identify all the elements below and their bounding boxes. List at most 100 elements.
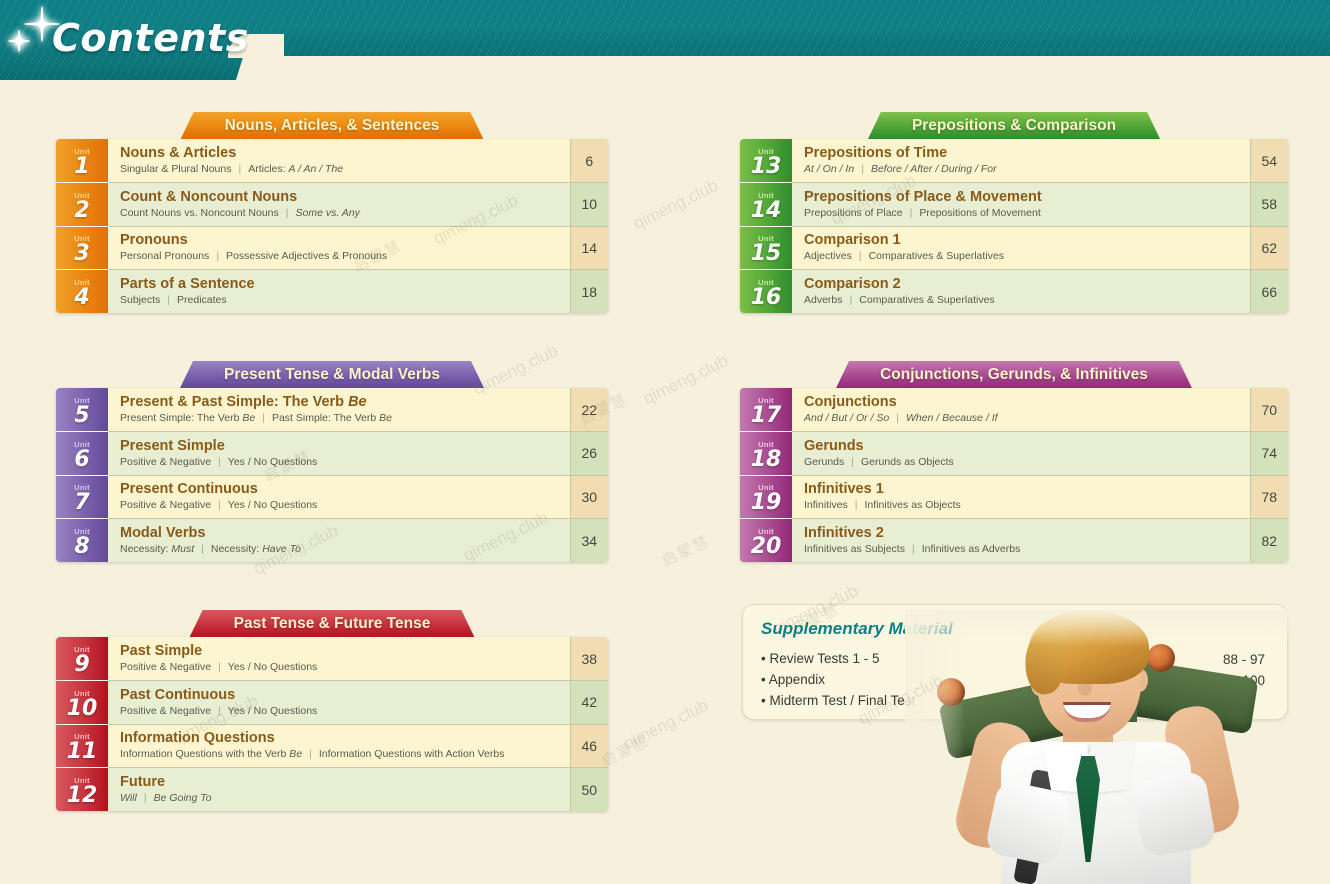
unit-title: Comparison 2 xyxy=(804,276,901,292)
unit-title: Pronouns xyxy=(120,232,188,249)
skateboard-wheel-right xyxy=(1147,644,1175,672)
table-row[interactable]: Unit 7 Present Continuous Positive & Negati… xyxy=(56,475,608,519)
unit-badge: Unit 19 xyxy=(740,475,792,519)
unit-badge: Unit 18 xyxy=(740,431,792,476)
table-row[interactable]: Unit 14 Prepositions of Place & Movement Pr… xyxy=(740,182,1288,227)
unit-page-number: 46 xyxy=(569,724,608,768)
unit-number: 12 xyxy=(66,783,98,808)
supplementary-item: • Review Tests 1 - 5 xyxy=(761,651,880,666)
unit-page-number: 30 xyxy=(569,475,608,519)
unit-subtitle: Necessity: Must | Necessity: Have To xyxy=(120,543,301,555)
table-row[interactable]: Unit 19 Infinitives 1 Infinitives | Infinitiv… xyxy=(740,475,1288,519)
unit-number: 14 xyxy=(750,197,782,223)
watermark-text: qimeng.club xyxy=(630,175,721,234)
unit-number: 5 xyxy=(74,403,90,428)
table-row[interactable]: Unit 20 Infinitives 2 Infinitives as Subjec… xyxy=(740,518,1288,562)
section-prepositions-comparison: Prepositions & Comparison Unit 13 Prepositi… xyxy=(740,112,1288,313)
unit-subtitle-emphasis-right: A / An / The xyxy=(288,163,344,175)
unit-page-number: 10 xyxy=(569,182,608,227)
unit-number: 7 xyxy=(74,490,90,516)
subtitle-separator: | xyxy=(309,748,312,761)
watermark-text: qimeng.club xyxy=(640,350,731,409)
unit-number: 15 xyxy=(750,241,782,267)
table-row[interactable]: Unit 3 Pronouns Personal Pronouns | Possessiv… xyxy=(56,226,608,270)
table-row[interactable]: Unit 15 Comparison 1 Adjectives | Comparative… xyxy=(740,226,1288,270)
unit-subtitle: Positive & Negative | Yes / No Questions xyxy=(120,455,318,468)
subtitle-separator: | xyxy=(285,206,289,219)
supplementary-item: • Midterm Test / Final Test xyxy=(761,693,916,708)
subtitle-separator: | xyxy=(143,792,147,804)
table-row[interactable]: Unit 6 Present Simple Positive & Negative | Y… xyxy=(56,431,608,476)
unit-subtitle: Information Questions with the Verb Be | I… xyxy=(120,748,505,761)
table-row[interactable]: Unit 18 Gerunds Gerunds | Gerunds as Objects 7… xyxy=(740,431,1288,476)
sleeve-left xyxy=(984,779,1072,867)
subtitle-separator: | xyxy=(854,499,858,512)
unit-subtitle: Personal Pronouns | Possessive Adjectives … xyxy=(120,250,388,263)
unit-page-number: 38 xyxy=(569,637,608,681)
unit-title-cell: Prepositions of Place & Movement Preposit… xyxy=(792,182,1250,227)
table-row[interactable]: Unit 4 Parts of a Sentence Subjects | Predica… xyxy=(56,269,608,313)
subtitle-separator: | xyxy=(216,250,220,263)
section-past-tense-future-tense: Past Tense & Future Tense Unit 9 Past Simpl… xyxy=(56,610,608,811)
unit-title: Present Continuous xyxy=(120,481,258,498)
subtitle-separator: | xyxy=(167,294,171,306)
section-nouns-articles-sentences: Nouns, Articles, & Sentences Unit 1 Nouns &… xyxy=(56,112,608,313)
subtitle-separator: | xyxy=(861,163,864,175)
unit-title-cell: Present & Past Simple: The Verb Be Presen… xyxy=(108,388,570,432)
unit-subtitle: Count Nouns vs. Noncount Nouns | Some vs. … xyxy=(120,206,360,219)
table-row[interactable]: Unit 1 Nouns & Articles Singular & Plural N… xyxy=(56,139,608,183)
table-row[interactable]: Unit 10 Past Continuous Positive & Negative… xyxy=(56,680,608,725)
unit-title: Prepositions of Time xyxy=(804,145,948,161)
unit-subtitle-emphasis-right: Have To xyxy=(262,543,301,555)
unit-badge: Unit 15 xyxy=(740,226,792,270)
unit-title-cell: Present Continuous Positive & Negative | Ye… xyxy=(108,475,570,519)
unit-badge: Unit 12 xyxy=(56,767,108,811)
unit-subtitle: Singular & Plural Nouns | Articles: A / An… xyxy=(120,163,344,175)
table-row[interactable]: Unit 17 Conjunctions And / But / Or / So | Wh… xyxy=(740,388,1288,432)
section-conjunctions-gerunds-infinitives: Conjunctions, Gerunds, & Infinitives Unit… xyxy=(740,361,1288,562)
unit-title-cell: Modal Verbs Necessity: Must | Necessity: Ha… xyxy=(108,518,570,562)
sleeve-right xyxy=(1130,770,1218,858)
unit-subtitle-emphasis-right: Be xyxy=(379,412,392,424)
unit-subtitle-emphasis-right: When / Because / If xyxy=(905,412,998,424)
subtitle-separator: | xyxy=(858,250,862,263)
unit-badge: Unit 14 xyxy=(740,182,792,227)
unit-page-number: 22 xyxy=(569,388,608,432)
unit-subtitle: Positive & Negative | Yes / No Questions xyxy=(120,704,318,717)
unit-badge: Unit 4 xyxy=(56,269,108,313)
unit-badge: Unit 7 xyxy=(56,475,108,519)
table-row[interactable]: Unit 12 Future Will | Be Going To 50 xyxy=(56,767,608,811)
table-row[interactable]: Unit 2 Count & Noncount Nouns Count Nouns v… xyxy=(56,182,608,227)
table-row[interactable]: Unit 16 Comparison 2 Adverbs | Comparatives &… xyxy=(740,269,1288,313)
unit-title: Infinitives 2 xyxy=(804,525,884,541)
unit-badge: Unit 3 xyxy=(56,226,108,270)
watermark-text: 启蒙慧 xyxy=(659,532,713,571)
table-row[interactable]: Unit 11 Information Questions Information Q… xyxy=(56,724,608,768)
unit-title: Future xyxy=(120,774,166,790)
unit-badge: Unit 1 xyxy=(56,139,108,183)
section-tab-present-tense-modal-verbs: Present Tense & Modal Verbs xyxy=(180,361,484,388)
subtitle-separator: | xyxy=(218,499,221,512)
unit-title-cell: Information Questions Information Questio… xyxy=(108,724,570,768)
unit-page-number: 66 xyxy=(1249,269,1288,313)
table-row[interactable]: Unit 5 Present & Past Simple: The Verb Be P… xyxy=(56,388,608,432)
table-row[interactable]: Unit 13 Prepositions of Time At / On / In | B… xyxy=(740,139,1288,183)
table-row[interactable]: Unit 9 Past Simple Positive & Negative | Yes … xyxy=(56,637,608,681)
section-present-tense-modal-verbs: Present Tense & Modal Verbs Unit 5 Present … xyxy=(56,361,608,562)
unit-badge: Unit 11 xyxy=(56,724,108,768)
unit-badge: Unit 5 xyxy=(56,388,108,432)
subtitle-separator: | xyxy=(849,294,853,306)
unit-title: Nouns & Articles xyxy=(120,145,237,161)
unit-title: Conjunctions xyxy=(804,394,897,410)
unit-page-number: 54 xyxy=(1249,139,1288,183)
unit-number: 1 xyxy=(74,154,90,179)
table-row[interactable]: Unit 8 Modal Verbs Necessity: Must | Necessit… xyxy=(56,518,608,562)
unit-subtitle: Present Simple: The Verb Be | Past Simple:… xyxy=(120,412,392,424)
photo-fade-left xyxy=(905,610,965,884)
unit-subtitle: Adjectives | Comparatives & Superlatives xyxy=(804,250,1004,263)
unit-title-cell: Past Continuous Positive & Negative | Yes /… xyxy=(108,680,570,725)
unit-badge: Unit 9 xyxy=(56,637,108,681)
unit-badge: Unit 13 xyxy=(740,139,792,183)
unit-badge: Unit 17 xyxy=(740,388,792,432)
unit-title: Past Simple xyxy=(120,643,203,659)
